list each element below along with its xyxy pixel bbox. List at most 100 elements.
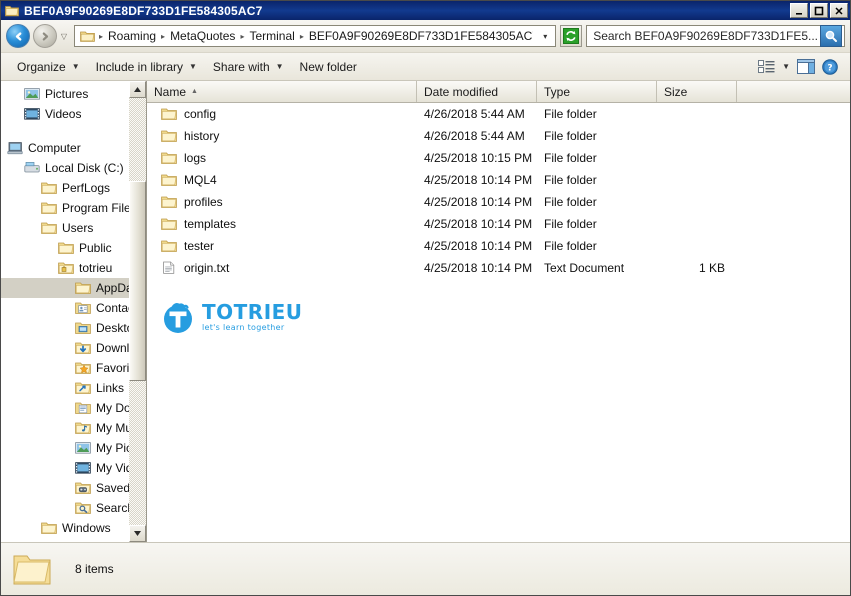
column-header-label: Date modified — [424, 84, 499, 99]
chevron-down-icon: ▼ — [71, 62, 80, 71]
column-header-type[interactable]: Type — [537, 81, 657, 102]
tree-item-videos[interactable]: Videos — [1, 104, 146, 124]
change-view-caret[interactable]: ▼ — [782, 62, 790, 71]
breadcrumb-item-terminal[interactable]: Terminal — [246, 29, 297, 43]
back-button[interactable] — [6, 24, 30, 48]
tree-item-perflogs[interactable]: PerfLogs — [1, 178, 146, 198]
change-view-icon[interactable] — [758, 59, 775, 74]
folder-icon — [41, 521, 57, 535]
tree-item-totrieu[interactable]: totrieu — [1, 258, 146, 278]
file-name-cell: origin.txt — [147, 261, 417, 275]
file-row[interactable]: history 4/26/2018 5:44 AM File folder — [147, 125, 850, 147]
file-name-cell: tester — [147, 239, 417, 253]
search-input[interactable]: Search BEF0A9F90269E8DF733D1FE5... — [586, 25, 845, 47]
navigation-bar: ▽ ▸ Roaming ▸ MetaQuotes ▸ Terminal ▸ BE… — [1, 20, 850, 53]
breadcrumb-separator[interactable]: ▸ — [97, 32, 105, 41]
help-icon[interactable]: ? — [822, 58, 838, 75]
show-preview-pane-icon[interactable] — [797, 59, 815, 74]
breadcrumb-separator[interactable]: ▸ — [298, 32, 306, 41]
file-date-cell: 4/25/2018 10:14 PM — [424, 239, 533, 253]
column-header-name[interactable]: Name ▲ — [147, 81, 417, 102]
scroll-thumb[interactable] — [129, 181, 146, 381]
forward-button[interactable] — [33, 24, 57, 48]
tree-item-searches[interactable]: Searches — [1, 498, 146, 518]
file-row[interactable]: config 4/26/2018 5:44 AM File folder — [147, 103, 850, 125]
minimize-button[interactable] — [790, 3, 808, 18]
file-row[interactable]: templates 4/25/2018 10:14 PM File folder — [147, 213, 850, 235]
tree-item-public[interactable]: Public — [1, 238, 146, 258]
user-folder-icon — [58, 261, 74, 275]
new-folder-button[interactable]: New folder — [292, 57, 365, 77]
tree-scrollbar[interactable] — [129, 81, 146, 542]
tree-item-my-videos[interactable]: My Videos — [1, 458, 146, 478]
tree-item-my-documen[interactable]: My Documen — [1, 398, 146, 418]
folder-tree: Pictures Videos Computer Local Disk (C:) Per… — [1, 81, 146, 538]
status-folder-icon — [11, 550, 53, 588]
drive-icon — [24, 161, 40, 175]
file-row[interactable]: profiles 4/25/2018 10:14 PM File folder — [147, 191, 850, 213]
breadcrumb-item-current[interactable]: BEF0A9F90269E8DF733D1FE584305AC7 — [306, 29, 533, 43]
breadcrumb-item-metaquotes[interactable]: MetaQuotes — [167, 29, 238, 43]
tree-item-contacts[interactable]: Contacts — [1, 298, 146, 318]
tree-item-appdata[interactable]: AppData — [1, 278, 146, 298]
file-list-pane: Name ▲ Date modified Type Size config 4/26/20… — [146, 81, 850, 542]
tree-item-desktop[interactable]: Desktop — [1, 318, 146, 338]
close-button[interactable] — [830, 3, 848, 18]
chevron-down-icon: ▼ — [275, 62, 284, 71]
tree-item-links[interactable]: Links — [1, 378, 146, 398]
saved-games-icon — [75, 481, 91, 495]
maximize-button[interactable] — [810, 3, 828, 18]
tree-item-label: Local Disk (C:) — [45, 161, 124, 175]
navigation-pane: Pictures Videos Computer Local Disk (C:) Per… — [1, 81, 146, 542]
tree-item-favorites[interactable]: Favorites — [1, 358, 146, 378]
tree-item-windows[interactable]: Windows — [1, 518, 146, 538]
chevron-down-icon: ▼ — [189, 62, 197, 71]
file-date-cell: 4/25/2018 10:14 PM — [424, 195, 533, 209]
recent-pages-dropdown[interactable]: ▽ — [57, 32, 71, 41]
column-header-label: Name — [154, 84, 187, 99]
tree-item-downloads[interactable]: Downloads — [1, 338, 146, 358]
refresh-button[interactable] — [560, 25, 583, 47]
file-date-cell: 4/25/2018 10:14 PM — [424, 261, 533, 275]
column-header-size[interactable]: Size — [657, 81, 737, 102]
address-dropdown-caret[interactable]: ▾ — [533, 32, 553, 41]
organize-button[interactable]: Organize ▼ — [9, 57, 88, 77]
address-folder-icon — [80, 30, 95, 43]
tree-item-my-music[interactable]: My Music — [1, 418, 146, 438]
breadcrumb-separator[interactable]: ▸ — [238, 32, 246, 41]
tree-item-program-files[interactable]: Program Files — [1, 198, 146, 218]
scroll-down-button[interactable] — [129, 525, 146, 542]
command-bar: Organize ▼ Include in library ▼ Share wi… — [1, 53, 850, 81]
file-name-label: logs — [184, 151, 207, 165]
scroll-up-button[interactable] — [129, 81, 146, 98]
tree-item-label: Program Files — [62, 201, 137, 215]
file-row[interactable]: MQL4 4/25/2018 10:14 PM File folder — [147, 169, 850, 191]
tree-item-saved-game[interactable]: Saved Game — [1, 478, 146, 498]
file-date-cell: 4/26/2018 5:44 AM — [424, 129, 525, 143]
folder-icon — [161, 107, 177, 121]
breadcrumb-item-roaming[interactable]: Roaming — [105, 29, 159, 43]
tree-item-pictures[interactable]: Pictures — [1, 84, 146, 104]
file-row[interactable]: logs 4/25/2018 10:15 PM File folder — [147, 147, 850, 169]
file-date-cell: 4/25/2018 10:14 PM — [424, 217, 533, 231]
tree-item-local-disk-c[interactable]: Local Disk (C:) — [1, 158, 146, 178]
organize-label: Organize — [17, 59, 66, 74]
address-bar[interactable]: ▸ Roaming ▸ MetaQuotes ▸ Terminal ▸ BEF0… — [74, 25, 557, 47]
file-row[interactable]: origin.txt 4/25/2018 10:14 PM Text Documen… — [147, 257, 850, 279]
pictures-icon — [75, 441, 91, 455]
tree-item-computer[interactable]: Computer — [1, 138, 146, 158]
tree-item-label: Windows — [62, 521, 111, 535]
file-type-cell: File folder — [544, 239, 597, 253]
tree-item-users[interactable]: Users — [1, 218, 146, 238]
tree-item-my-pictures[interactable]: My Pictures — [1, 438, 146, 458]
share-with-button[interactable]: Share with ▼ — [205, 57, 292, 77]
breadcrumb-separator[interactable]: ▸ — [159, 32, 167, 41]
file-name-cell: MQL4 — [147, 173, 417, 187]
file-name-cell: config — [147, 107, 417, 121]
search-button[interactable] — [820, 25, 842, 47]
column-header-date-modified[interactable]: Date modified — [417, 81, 537, 102]
column-header-blank[interactable] — [737, 81, 850, 102]
include-in-library-button[interactable]: Include in library ▼ — [88, 57, 205, 77]
file-row[interactable]: tester 4/25/2018 10:14 PM File folder — [147, 235, 850, 257]
folder-icon — [58, 241, 74, 255]
